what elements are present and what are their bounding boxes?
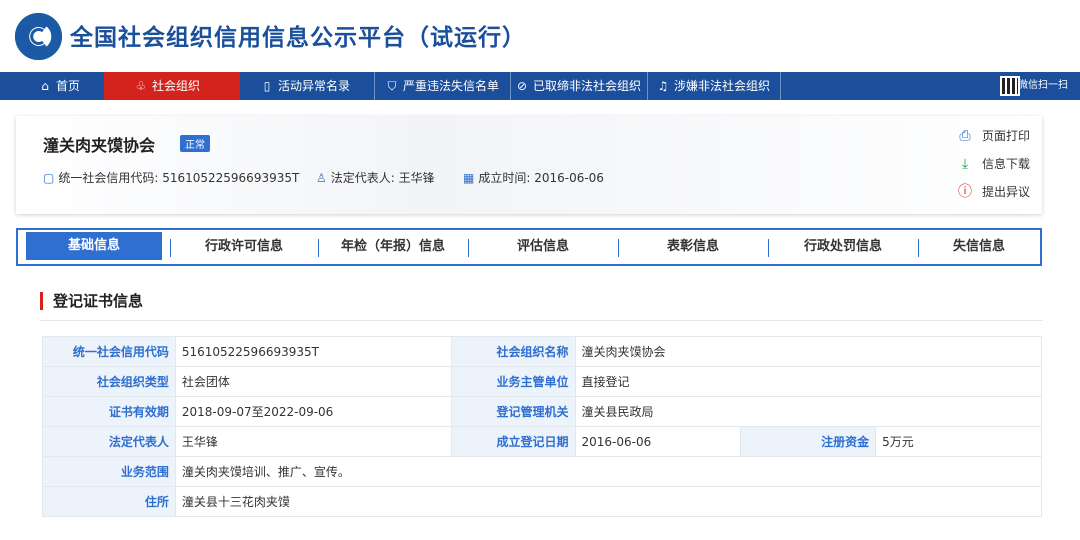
- table-value: 2016-06-06: [574, 426, 742, 457]
- table-key: 注册资金: [740, 426, 877, 457]
- raise-objection-button[interactable]: ⓘ 提出异议: [956, 182, 1030, 210]
- founded-meta: ▦ 成立时间: 2016-06-06: [463, 171, 604, 185]
- nav-item-suspected-orgs[interactable]: ♫ 涉嫌非法社会组织: [647, 72, 781, 100]
- table-row: 社会组织类型 社会团体 业务主管单位 直接登记: [42, 366, 1042, 397]
- table-value: 社会团体: [174, 366, 452, 397]
- org-tree-icon: ♧: [135, 79, 147, 93]
- nav-item-social-org[interactable]: ♧ 社会组织: [104, 72, 240, 100]
- table-key: 证书有效期: [42, 396, 176, 427]
- site-title: 全国社会组织信用信息公示平台（试运行）: [70, 25, 526, 51]
- section-divider: [40, 320, 1043, 321]
- download-info-button[interactable]: ⤓ 信息下载: [956, 154, 1030, 182]
- status-badge: 正常: [180, 135, 210, 152]
- table-value: 潼关县民政局: [574, 396, 1042, 427]
- table-key: 业务主管单位: [450, 366, 576, 397]
- site-header: 全国社会组织信用信息公示平台（试运行）: [0, 0, 1080, 72]
- table-value: 潼关肉夹馍协会: [574, 336, 1042, 367]
- table-row: 统一社会信用代码 51610522596693935T 社会组织名称 潼关肉夹馍…: [42, 336, 1042, 367]
- nav-item-home[interactable]: ⌂ 首页: [32, 72, 104, 100]
- info-icon: ⓘ: [957, 184, 972, 200]
- side-actions: ⎙ 页面打印 ⤓ 信息下载 ⓘ 提出异议: [956, 126, 1030, 210]
- clipboard-icon: ▯: [263, 79, 271, 93]
- table-row: 业务范围 潼关肉夹馍培训、推广、宣传。: [42, 456, 1043, 487]
- table-value: 潼关肉夹馍培训、推广、宣传。: [174, 456, 1043, 487]
- tab-dishonesty[interactable]: 失信信息: [918, 230, 1040, 264]
- download-icon: ⤓: [961, 156, 969, 172]
- site-logo-icon: [15, 13, 62, 60]
- table-value: 5万元: [875, 426, 1042, 457]
- table-key: 统一社会信用代码: [42, 336, 176, 367]
- table-key: 登记管理机关: [450, 396, 576, 427]
- registration-info-table: 统一社会信用代码 51610522596693935T 社会组织名称 潼关肉夹馍…: [42, 336, 1043, 517]
- qr-code-icon[interactable]: [1000, 76, 1020, 96]
- tab-evaluation[interactable]: 评估信息: [468, 230, 618, 264]
- table-value: 潼关县十三花肉夹馍: [174, 486, 1043, 517]
- org-name: 潼关肉夹馍协会: [43, 136, 156, 155]
- tab-commendation[interactable]: 表彰信息: [618, 230, 768, 264]
- bell-icon: ♫: [657, 79, 669, 93]
- table-key: 法定代表人: [42, 426, 176, 457]
- table-row: 住所 潼关县十三花肉夹馍: [42, 486, 1043, 517]
- tab-annual-report[interactable]: 年检（年报）信息: [318, 230, 468, 264]
- print-page-button[interactable]: ⎙ 页面打印: [956, 126, 1030, 154]
- table-value: 王华锋: [174, 426, 452, 457]
- credit-code-meta: ▢ 统一社会信用代码: 51610522596693935T: [43, 171, 300, 185]
- nav-item-banned-orgs[interactable]: ⊘ 已取缔非法社会组织: [510, 72, 647, 100]
- shield-icon: ⛉: [387, 79, 397, 93]
- person-icon: ♙: [316, 171, 327, 185]
- tab-admin-penalty[interactable]: 行政处罚信息: [768, 230, 918, 264]
- table-row: 证书有效期 2018-09-07至2022-09-06 登记管理机关 潼关县民政…: [42, 396, 1042, 427]
- main-nav: ⌂ 首页 ♧ 社会组织 ▯ 活动异常名录 ⛉ 严重违法失信名单 ⊘ 已取缔非法社会组织 ♫…: [0, 72, 1080, 100]
- table-key: 社会组织名称: [450, 336, 576, 367]
- org-summary-card: 潼关肉夹馍协会 正常 ▢ 统一社会信用代码: 51610522596693935T…: [16, 116, 1042, 214]
- table-key: 社会组织类型: [42, 366, 176, 397]
- book-icon: ▢: [43, 171, 55, 185]
- info-tabs: 基础信息 行政许可信息 年检（年报）信息 评估信息 表彰信息 行政处罚信息 失信…: [16, 228, 1042, 266]
- table-value: 直接登记: [574, 366, 1042, 397]
- calendar-icon: ▦: [463, 171, 475, 185]
- table-key: 业务范围: [42, 456, 176, 487]
- legal-rep-meta: ♙ 法定代表人: 王华锋: [316, 171, 435, 185]
- tab-basic-info[interactable]: 基础信息: [26, 232, 162, 260]
- wechat-scan-label: 微信扫一扫: [1018, 80, 1068, 91]
- table-row: 法定代表人 王华锋 成立登记日期 2016-06-06 注册资金 5万元: [42, 426, 1042, 457]
- nav-item-blacklist[interactable]: ⛉ 严重违法失信名单: [374, 72, 510, 100]
- table-value: 51610522596693935T: [174, 336, 452, 367]
- home-icon: ⌂: [41, 79, 49, 93]
- section-title: 登记证书信息: [40, 292, 143, 310]
- printer-icon: ⎙: [959, 128, 971, 144]
- tab-admin-license[interactable]: 行政许可信息: [170, 230, 318, 264]
- table-value: 2018-09-07至2022-09-06: [174, 396, 452, 427]
- ban-icon: ⊘: [516, 79, 528, 93]
- table-key: 住所: [42, 486, 176, 517]
- nav-item-abnormal-list[interactable]: ▯ 活动异常名录: [240, 72, 374, 100]
- table-key: 成立登记日期: [450, 426, 576, 457]
